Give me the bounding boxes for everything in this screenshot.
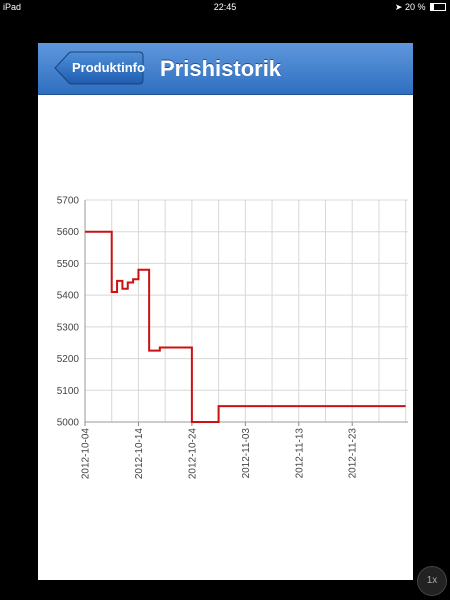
x-tick-label: 2012-10-24 <box>187 428 198 480</box>
back-button[interactable]: Produktinfo <box>54 51 145 85</box>
status-right: ➤ 20 % <box>395 0 446 14</box>
chart-axes <box>84 200 408 426</box>
y-tick-label: 5100 <box>57 386 80 397</box>
back-button-label: Produktinfo <box>72 60 145 75</box>
page-title: Prishistorik <box>160 56 282 81</box>
x-tick-label: 2012-10-14 <box>134 428 145 480</box>
app-window: Produktinfo Prishistorik 5000 5100 5200 530… <box>38 43 413 580</box>
status-time: 22:45 <box>213 2 237 12</box>
x-tick-label: 2012-11-23 <box>348 428 359 479</box>
status-bar: iPad 22:45 ➤ 20 % <box>0 0 450 14</box>
price-history-chart: 5000 5100 5200 5300 5400 5500 5600 5700 2012-10… <box>57 196 408 480</box>
y-tick-label: 5000 <box>57 418 80 429</box>
chart-grid <box>84 199 408 423</box>
x-tick-label: 2012-11-03 <box>241 428 252 479</box>
location-icon: ➤ <box>394 2 403 12</box>
x-tick-labels: 2012-10-04 2012-10-14 2012-10-24 2012-11-03… <box>81 428 359 480</box>
y-tick-label: 5200 <box>57 354 80 365</box>
battery-percent: 20 % <box>404 2 426 12</box>
zoom-button[interactable]: 1x <box>417 566 447 596</box>
y-tick-label: 5300 <box>57 322 80 333</box>
y-tick-labels: 5000 5100 5200 5300 5400 5500 5600 5700 <box>57 196 80 429</box>
y-tick-label: 5400 <box>57 291 80 302</box>
x-tick-label: 2012-11-13 <box>294 428 305 479</box>
x-tick-label: 2012-10-04 <box>81 428 92 480</box>
y-tick-label: 5600 <box>57 227 80 238</box>
y-tick-label: 5700 <box>57 196 80 207</box>
navigation-bar: Produktinfo Prishistorik <box>38 43 413 95</box>
y-tick-label: 5500 <box>57 259 80 270</box>
battery-icon <box>430 3 446 11</box>
